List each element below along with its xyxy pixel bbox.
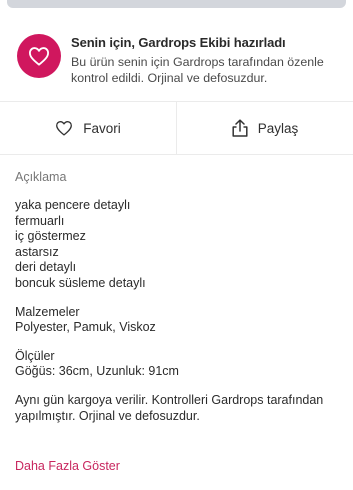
banner-title: Senin için, Gardrops Ekibi hazırladı (71, 35, 286, 50)
feature-item: iç göstermez (15, 229, 86, 244)
feature-item: fermuarlı (15, 213, 65, 228)
feature-item: astarsız (15, 244, 59, 259)
show-more-link[interactable]: Daha Fazla Göster (15, 459, 120, 473)
top-card-edge (7, 0, 346, 8)
materials-label: Malzemeler (15, 304, 80, 319)
heart-outline-icon (56, 121, 73, 136)
feature-item: yaka pencere detaylı (15, 198, 131, 212)
favorite-button[interactable]: Favori (0, 102, 176, 154)
product-actions: Favori Paylaş (0, 101, 353, 155)
measurements-label: Ölçüler (15, 348, 55, 363)
materials-section: Malzemeler Polyester, Pamuk, Viskoz (15, 305, 345, 336)
feature-item: deri detaylı (15, 260, 77, 275)
verified-badge (17, 34, 61, 78)
feature-item: boncuk süsleme detaylı (15, 275, 146, 290)
feature-list: yaka pencere detaylı fermuarlı iç göster… (15, 198, 345, 292)
product-description: yaka pencere detaylı fermuarlı iç göster… (15, 198, 345, 437)
favorite-label: Favori (83, 120, 121, 136)
gardrops-verified-banner: Senin için, Gardrops Ekibi hazırladı Bu … (17, 32, 343, 88)
share-label: Paylaş (257, 120, 299, 136)
banner-description: Bu ürün senin için Gardrops tarafından ö… (71, 55, 324, 85)
description-heading: Açıklama (15, 170, 67, 184)
shipping-note: Aynı gün kargoya verilir. Kontrolleri Ga… (15, 392, 324, 423)
materials-value: Polyester, Pamuk, Viskoz (15, 320, 156, 335)
share-button[interactable]: Paylaş (176, 102, 353, 154)
share-icon (232, 119, 248, 137)
shipping-section: Aynı gün kargoya verilir. Kontrolleri Ga… (15, 393, 345, 424)
measurements-section: Ölçüler Göğüs: 36cm, Uzunluk: 91cm (15, 349, 345, 380)
measurements-value: Göğüs: 36cm, Uzunluk: 91cm (15, 364, 179, 379)
heart-icon (28, 47, 49, 66)
